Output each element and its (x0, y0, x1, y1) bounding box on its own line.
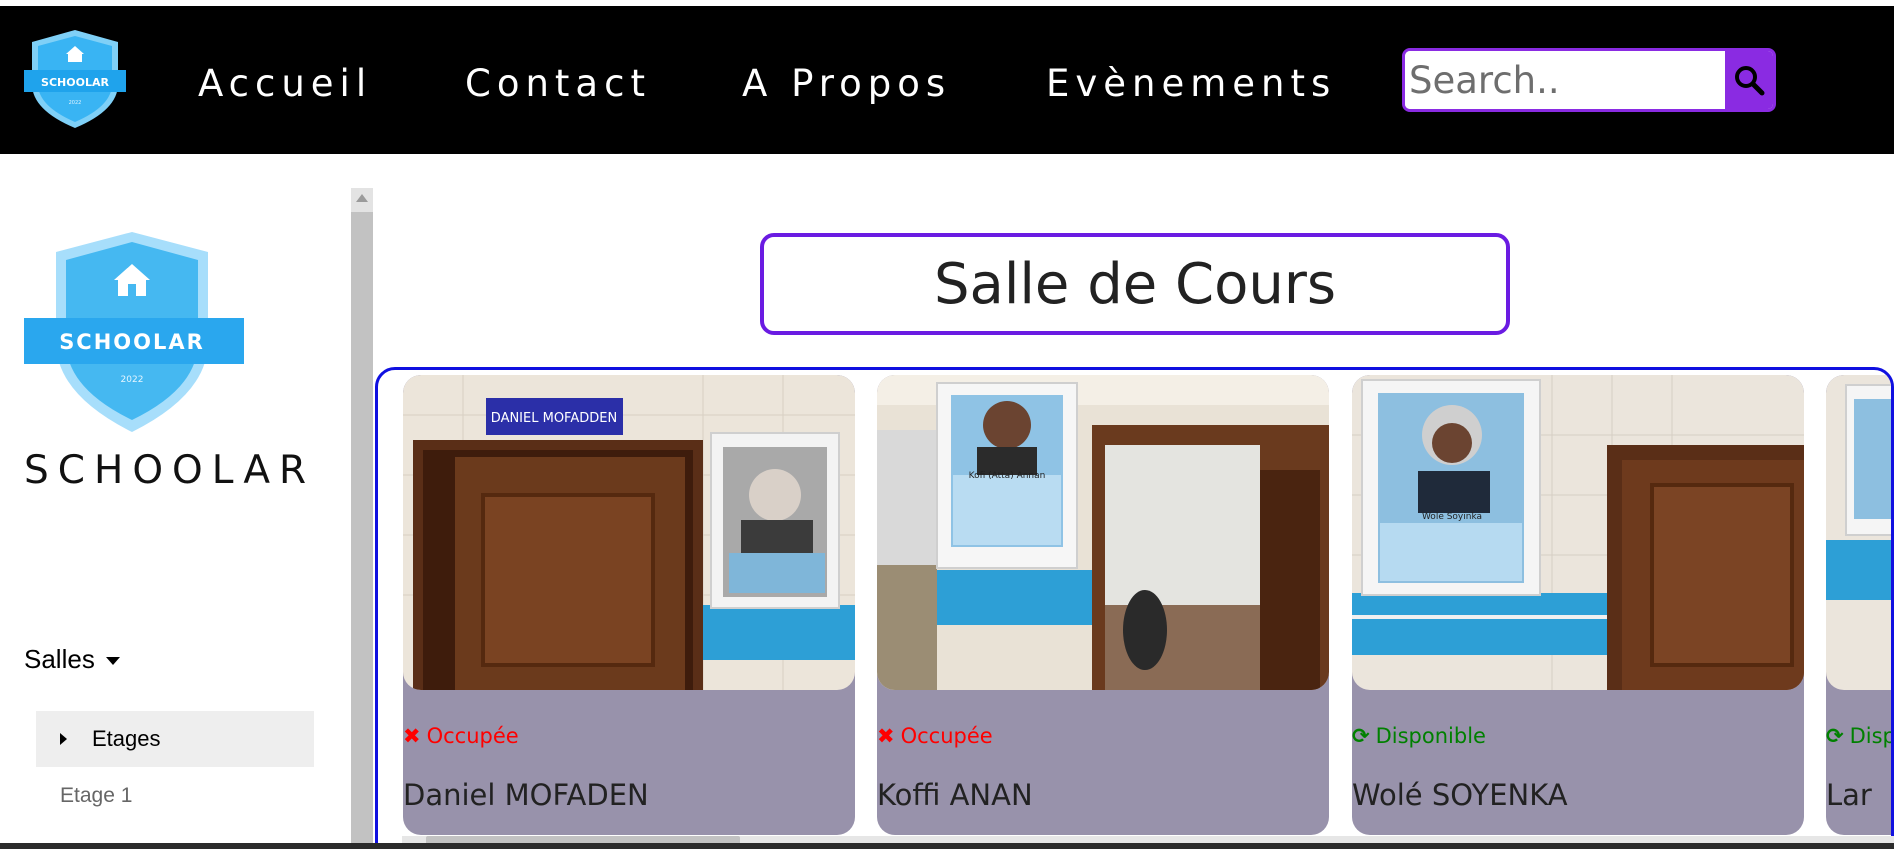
sidebar-scrollbar[interactable] (351, 188, 373, 849)
scroll-up-arrow[interactable] (356, 194, 368, 202)
brand-name: SCHOOLAR (24, 448, 316, 493)
room-photo (1826, 375, 1891, 690)
x-icon: ✖ (877, 724, 895, 748)
room-name: Daniel MOFADEN (403, 778, 649, 812)
status-available: ⟳ Disponible (1352, 724, 1486, 748)
nav-contact[interactable]: Contact (465, 62, 651, 105)
room-name: Wolé SOYENKA (1352, 778, 1568, 812)
nav-accueil[interactable]: Accueil (198, 62, 372, 105)
page-title-box: Salle de Cours (760, 233, 1510, 335)
bottom-strip (0, 843, 1894, 849)
search-bar (1402, 48, 1776, 112)
status-available: ⟳ Disponible (1826, 724, 1891, 748)
etages-label: Etages (92, 726, 161, 751)
sidebar-scroll-thumb[interactable] (351, 212, 373, 849)
refresh-icon: ⟳ (1826, 724, 1844, 748)
room-card[interactable]: ⟳ Disponible Lar (1826, 375, 1891, 835)
poster-text: Kofi (Atta) Annan (969, 471, 1046, 481)
status-text: Disponible (1849, 724, 1891, 748)
etage-1-item[interactable]: Etage 1 (60, 784, 132, 808)
room-card[interactable]: Wole Soyinka ⟳ Disponible Wolé SOYENKA (1352, 375, 1804, 835)
room-name: Koffi ANAN (877, 778, 1033, 812)
etages-item[interactable]: Etages (36, 711, 314, 767)
salles-label: Salles (24, 644, 95, 674)
x-icon: ✖ (403, 724, 421, 748)
logo-small-year: 2022 (69, 100, 82, 106)
room-card[interactable]: DANIEL MOFADDEN ✖ Occupée Daniel MOFADEN (403, 375, 855, 835)
salles-dropdown[interactable]: Salles (24, 644, 121, 675)
caret-down-icon (106, 657, 121, 666)
room-cards-container: DANIEL MOFADDEN ✖ Occupée Daniel MOFADEN… (375, 367, 1894, 849)
status-occupied: ✖ Occupée (877, 724, 993, 748)
top-navbar: SCHOOLAR 2022 Accueil Contact A Propos E… (0, 6, 1894, 154)
logo-large-text: SCHOOLAR (59, 330, 205, 354)
room-photo: Kofi (Atta) Annan (877, 375, 1329, 690)
door-plaque-text: DANIEL MOFADDEN (491, 411, 617, 426)
status-text: Disponible (1375, 724, 1486, 748)
status-occupied: ✖ Occupée (403, 724, 519, 748)
search-input[interactable] (1405, 51, 1723, 109)
refresh-icon: ⟳ (1352, 724, 1370, 748)
search-button[interactable] (1725, 51, 1773, 109)
room-name: Lar (1826, 778, 1872, 812)
schoolar-logo-large: SCHOOLAR 2022 (24, 232, 244, 432)
page-title: Salle de Cours (933, 251, 1337, 317)
nav-evenements[interactable]: Evènements (1046, 62, 1336, 105)
caret-right-icon (60, 733, 67, 745)
room-photo: Wole Soyinka (1352, 375, 1804, 690)
search-icon (1735, 66, 1765, 96)
nav-a-propos[interactable]: A Propos (742, 62, 951, 105)
schoolar-logo-small[interactable]: SCHOOLAR 2022 (22, 28, 128, 130)
logo-large-year: 2022 (121, 375, 144, 385)
status-text: Occupée (426, 724, 519, 748)
status-text: Occupée (900, 724, 993, 748)
room-photo: DANIEL MOFADDEN (403, 375, 855, 690)
room-card[interactable]: Kofi (Atta) Annan ✖ Occupée Koffi ANAN (877, 375, 1329, 835)
logo-small-text: SCHOOLAR (41, 76, 109, 89)
poster-text: Wole Soyinka (1422, 512, 1482, 522)
